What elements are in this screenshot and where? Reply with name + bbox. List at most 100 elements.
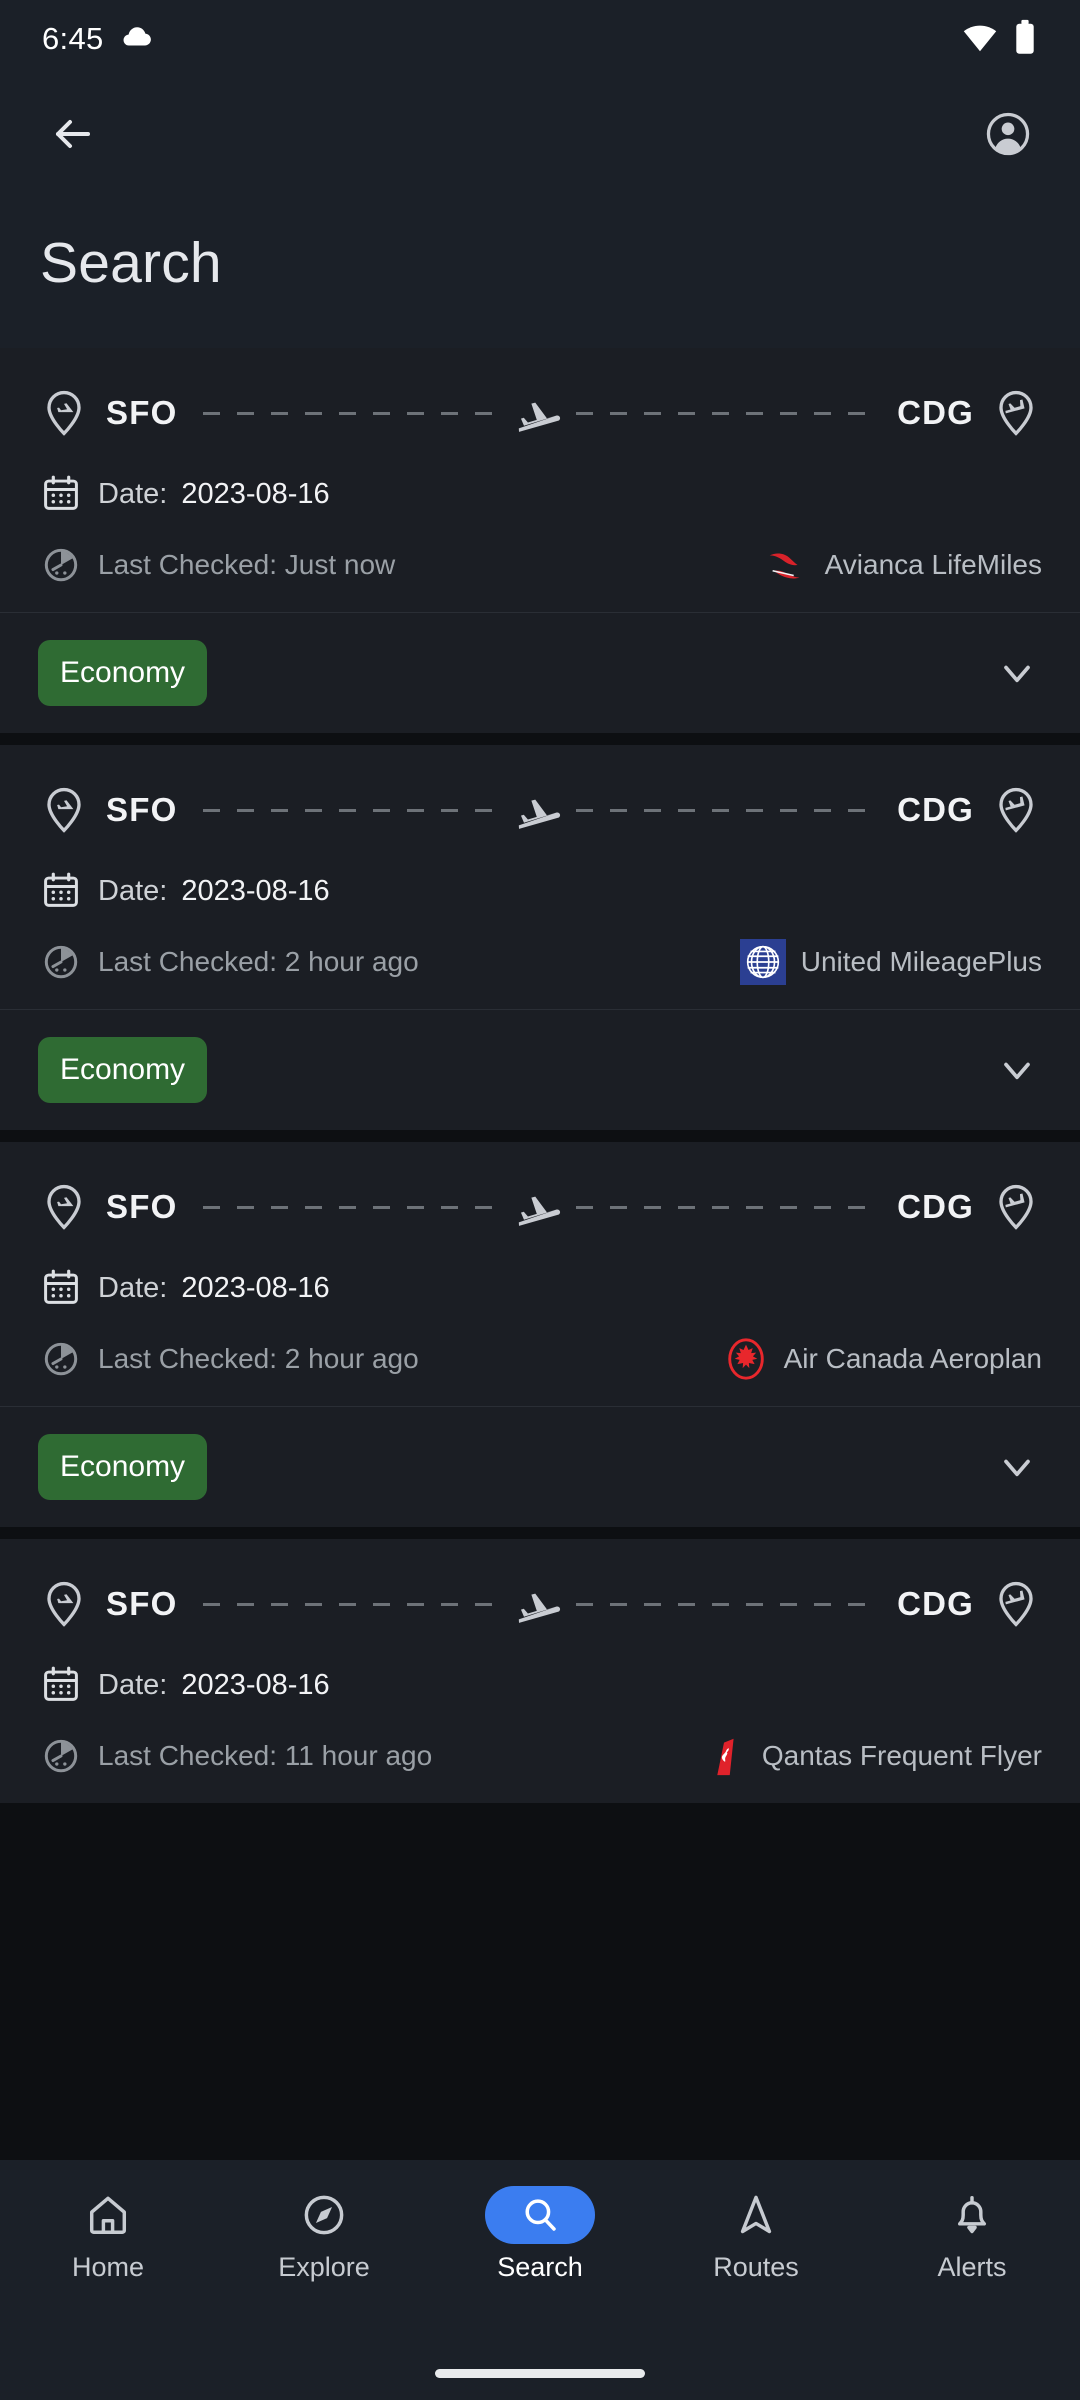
account-button[interactable] [976,104,1040,168]
flight-card[interactable]: SFO CDG [0,1539,1080,1803]
arrival-pin-icon [990,387,1042,439]
flight-card-body: SFO CDG [0,348,1080,612]
chevron-down-icon[interactable] [992,1442,1042,1492]
app-screen: 6:45 Search SFO CDG Date: 2023-08-16 Las… [0,0,1080,2400]
plane-icon [508,784,566,836]
chevron-down-icon[interactable] [992,1045,1042,1095]
nav-label-alerts: Alerts [937,2252,1007,2282]
search-results-list[interactable]: SFO CDG Date: 2023-08-16 Last Checked: J… [0,348,1080,2400]
history-clock-icon [38,1735,84,1777]
navigation-icon [701,2186,811,2244]
plane-icon [508,1578,566,1630]
departure-pin-icon [38,1181,90,1233]
airline-info: Air Canada Aeroplan [722,1335,1042,1383]
battery-icon [1012,19,1038,60]
route-row: SFO CDG [38,380,1042,446]
last-checked-text: Last Checked: 2 hour ago [98,946,419,977]
route-dash-left [203,411,499,415]
last-checked-text: Last Checked: 11 hour ago [98,1740,433,1771]
plane-icon [508,1181,566,1233]
cabin-badge[interactable]: Economy [38,1037,208,1103]
home-indicator-bar[interactable] [435,2368,645,2378]
plane-icon [508,387,566,439]
destination-code: CDG [897,791,974,828]
status-bar-clock: 6:45 [42,21,104,56]
nav-item-routes[interactable]: Routes [648,2186,864,2283]
nav-item-home[interactable]: Home [0,2186,216,2283]
arrow-left-icon [48,110,96,163]
cabin-row[interactable]: Economy [0,1407,1080,1527]
status-bar: 6:45 [0,0,1080,78]
last-checked-row: Last Checked: Just now Avianca LifeMiles [38,540,1042,590]
nav-label-explore: Explore [278,2252,370,2282]
account-circle-icon [985,111,1031,162]
last-checked-left: Last Checked: 2 hour ago [38,941,419,983]
calendar-icon [38,473,84,515]
flight-card[interactable]: SFO CDG [0,348,1080,733]
route-dash-left [203,808,499,812]
status-bar-right [962,19,1038,60]
nav-label-search: Search [497,2252,583,2282]
app-bar-row [40,78,1040,194]
date-value: 2023-08-16 [181,477,330,510]
cabin-badge[interactable]: Economy [38,1434,208,1500]
app-bar: Search [0,78,1080,348]
status-bar-left: 6:45 [42,20,154,59]
date-row: Date: 2023-08-16 [38,1661,1042,1709]
date-label: Date: [98,477,168,510]
departure-pin-icon [38,387,90,439]
home-indicator[interactable] [0,2346,1080,2400]
airline-info: Avianca LifeMiles [763,541,1042,589]
date-value: 2023-08-16 [181,1668,330,1701]
search-icon[interactable] [485,2186,595,2244]
calendar-icon [38,870,84,912]
nav-item-search[interactable]: Search [432,2186,648,2283]
cabin-badge[interactable]: Economy [38,640,208,706]
back-button[interactable] [40,104,104,168]
calendar-icon [38,1664,84,1706]
qantas-logo [700,1732,748,1780]
origin-code: SFO [106,791,178,828]
route-dash-left [203,1602,499,1606]
date-row: Date: 2023-08-16 [38,470,1042,518]
bottom-navigation: Home Explore Search Routes Alerts [0,2160,1080,2400]
date-value: 2023-08-16 [181,874,330,907]
departure-pin-icon [38,784,90,836]
history-clock-icon [38,544,84,586]
flight-card[interactable]: SFO CDG [0,1142,1080,1527]
date-label: Date: [98,1271,168,1304]
origin-code: SFO [106,394,178,431]
airline-info: Qantas Frequent Flyer [700,1732,1042,1780]
cabin-row[interactable]: Economy [0,613,1080,733]
route-row: SFO CDG [38,1174,1042,1240]
nav-item-alerts[interactable]: Alerts [864,2186,1080,2283]
arrival-pin-icon [990,1578,1042,1630]
destination-code: CDG [897,1188,974,1225]
avianca-logo [763,541,811,589]
date-row: Date: 2023-08-16 [38,867,1042,915]
route-dash-right [576,808,872,812]
route-dash-right [576,1602,872,1606]
route-row: SFO CDG [38,777,1042,843]
destination-code: CDG [897,394,974,431]
date-row: Date: 2023-08-16 [38,1264,1042,1312]
route-dash-left [203,1205,499,1209]
arrival-pin-icon [990,784,1042,836]
airline-name: Qantas Frequent Flyer [761,1740,1042,1771]
cloud-icon [120,20,154,59]
history-clock-icon [38,941,84,983]
departure-pin-icon [38,1578,90,1630]
flight-card-body: SFO CDG [0,1539,1080,1803]
united-logo [739,938,787,986]
bell-icon [917,2186,1027,2244]
home-icon [53,2186,163,2244]
air-canada-logo [722,1335,770,1383]
nav-item-explore[interactable]: Explore [216,2186,432,2283]
nav-label-home: Home [71,2252,145,2282]
chevron-down-icon[interactable] [992,648,1042,698]
flight-card[interactable]: SFO CDG [0,745,1080,1130]
last-checked-text: Last Checked: Just now [98,549,396,580]
nav-label-routes: Routes [713,2252,799,2282]
cabin-row[interactable]: Economy [0,1010,1080,1130]
compass-icon [269,2186,379,2244]
